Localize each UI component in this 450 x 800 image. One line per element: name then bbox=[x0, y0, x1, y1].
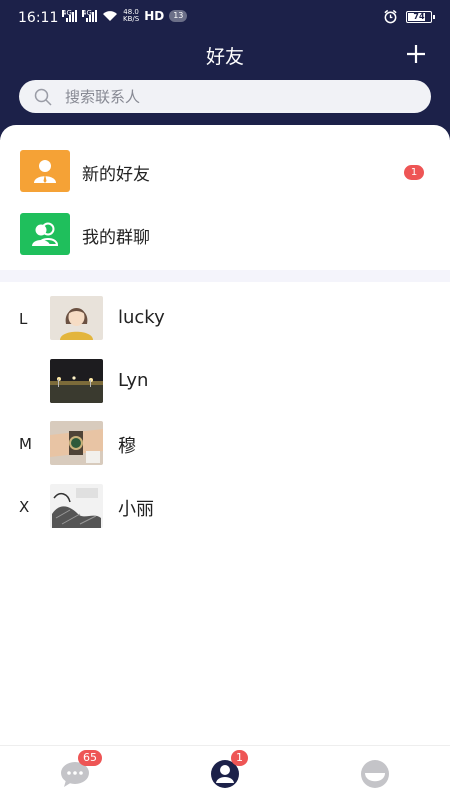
index-letter: X bbox=[19, 498, 30, 516]
page-title: 好友 bbox=[205, 46, 244, 68]
wifi-icon bbox=[103, 11, 117, 21]
contact-row-mu[interactable]: M 穆 bbox=[0, 421, 450, 467]
tab-contacts[interactable]: 1 bbox=[150, 746, 300, 800]
new-friends-badge: 1 bbox=[404, 165, 424, 180]
new-friends-entry[interactable]: 新的好友 1 bbox=[0, 141, 450, 201]
tab-profile[interactable] bbox=[300, 746, 450, 800]
status-time: 16:11 bbox=[18, 10, 59, 26]
group-chat-icon bbox=[20, 213, 70, 255]
avatar-night-city bbox=[50, 359, 103, 403]
contact-row-lyn[interactable]: Lyn bbox=[0, 359, 450, 405]
battery-icon: 74 bbox=[406, 10, 435, 23]
status-bar: 16:11 4G 4G 48.0 KB/S HD 13 74 bbox=[0, 0, 450, 36]
new-friends-label: 新的好友 bbox=[82, 165, 150, 185]
new-friend-icon bbox=[20, 150, 70, 192]
net-speed: 48.0 KB/S bbox=[123, 8, 140, 23]
hd-indicator: HD bbox=[144, 9, 165, 23]
plus-icon[interactable] bbox=[404, 42, 428, 66]
smile-face-icon bbox=[361, 760, 389, 788]
contact-row-lucky[interactable]: L lucky bbox=[0, 296, 450, 342]
signal-sim1-icon: 4G bbox=[62, 10, 77, 22]
battery-level: 74 bbox=[413, 12, 425, 21]
section-divider bbox=[0, 270, 450, 282]
header: 16:11 4G 4G 48.0 KB/S HD 13 74 好友 搜索联系人 bbox=[0, 0, 450, 140]
search-bar[interactable] bbox=[19, 80, 431, 113]
tab-messages[interactable]: 65 bbox=[0, 746, 150, 800]
status-signals: 4G 4G 48.0 KB/S HD 13 bbox=[62, 8, 188, 23]
index-letter: L bbox=[19, 310, 28, 328]
tab-bar: 65 1 bbox=[0, 745, 450, 800]
contact-row-xiaoli[interactable]: X 小丽 bbox=[0, 484, 450, 530]
notification-count-badge: 13 bbox=[169, 10, 188, 22]
avatar-illustrated-woman bbox=[50, 296, 103, 340]
search-input[interactable] bbox=[65, 87, 395, 106]
search-icon bbox=[34, 88, 52, 106]
messages-badge: 65 bbox=[78, 750, 102, 766]
status-right: 74 bbox=[383, 9, 435, 24]
contact-name: Lyn bbox=[118, 370, 149, 391]
group-chats-label: 我的群聊 bbox=[82, 228, 150, 248]
signal-sim2-icon: 4G bbox=[82, 10, 97, 22]
contacts-panel: 新的好友 1 我的群聊 L lucky Lyn M 穆 X 小丽 bbox=[0, 125, 450, 745]
avatar-wristwatch bbox=[50, 421, 103, 465]
avatar-manga bbox=[50, 484, 103, 528]
contact-name: 小丽 bbox=[118, 499, 154, 520]
contact-name: lucky bbox=[118, 307, 165, 328]
contacts-badge: 1 bbox=[231, 750, 248, 766]
contact-name: 穆 bbox=[118, 436, 136, 457]
alarm-clock-icon bbox=[384, 9, 397, 24]
index-letter: M bbox=[19, 435, 32, 453]
group-chats-entry[interactable]: 我的群聊 bbox=[0, 204, 450, 264]
